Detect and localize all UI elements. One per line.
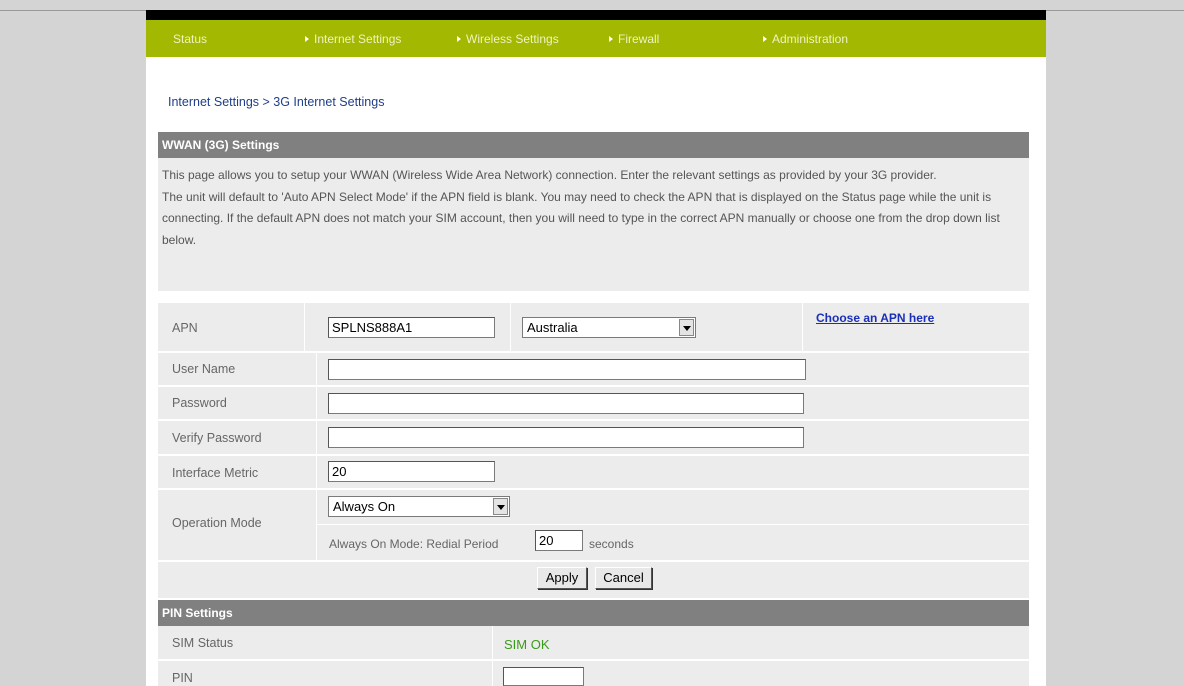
operation-mode-select[interactable]: Always On (328, 496, 510, 517)
operation-mode-label: Operation Mode (172, 516, 262, 530)
pin-input[interactable] (503, 667, 584, 686)
divider (316, 421, 317, 454)
wwan-section-header: WWAN (3G) Settings (158, 132, 1029, 158)
nav-wireless-settings-label: Wireless Settings (466, 32, 559, 46)
wwan-description-p2: The unit will default to 'Auto APN Selec… (162, 189, 1000, 247)
username-input[interactable] (328, 359, 806, 380)
nav-arrow-icon (457, 36, 461, 42)
breadcrumb: Internet Settings > 3G Internet Settings (168, 95, 385, 109)
chevron-down-icon[interactable] (679, 319, 694, 336)
pin-row: PIN (158, 661, 1029, 686)
divider (304, 303, 305, 351)
wwan-description: This page allows you to setup your WWAN … (158, 158, 1029, 291)
password-input[interactable] (328, 393, 804, 414)
operation-mode-value: Always On (333, 499, 396, 514)
cancel-button[interactable]: Cancel (595, 567, 652, 589)
nav-administration-label: Administration (772, 32, 849, 46)
nav-arrow-icon (763, 36, 767, 42)
apn-input[interactable]: SPLNS888A1 (328, 317, 495, 338)
redial-unit: seconds (589, 537, 634, 551)
row-separator (317, 524, 1029, 525)
nav-firewall[interactable]: Firewall (609, 32, 659, 46)
verify-password-input[interactable] (328, 427, 804, 448)
router-config-page: Status Internet Settings Wireless Settin… (146, 10, 1046, 686)
interface-metric-row: Interface Metric (158, 456, 1029, 488)
divider (492, 626, 493, 659)
apn-label: APN (172, 321, 198, 335)
divider (510, 303, 511, 351)
top-black-bar (146, 10, 1046, 20)
interface-metric-label: Interface Metric (172, 466, 259, 480)
sim-status-row: SIM Status (158, 626, 1029, 659)
divider (492, 661, 493, 686)
password-label: Password (172, 396, 227, 410)
divider (802, 303, 803, 351)
main-nav: Status Internet Settings Wireless Settin… (146, 20, 1046, 57)
apply-button[interactable]: Apply (537, 567, 587, 589)
pin-label: PIN (172, 671, 193, 685)
nav-internet-settings[interactable]: Internet Settings (305, 32, 401, 46)
divider (316, 353, 317, 385)
choose-apn-link[interactable]: Choose an APN here (816, 311, 934, 325)
sim-status-label: SIM Status (172, 636, 234, 650)
nav-wireless-settings[interactable]: Wireless Settings (457, 32, 559, 46)
action-buttons-row (158, 562, 1029, 598)
nav-administration[interactable]: Administration (763, 32, 848, 46)
verify-password-label: Verify Password (172, 431, 262, 445)
country-select[interactable]: Australia (522, 317, 696, 338)
country-select-value: Australia (527, 320, 578, 335)
redial-period-label: Always On Mode: Redial Period (329, 537, 499, 551)
interface-metric-input[interactable]: 20 (328, 461, 495, 482)
divider (316, 490, 317, 560)
nav-arrow-icon (609, 36, 613, 42)
divider (316, 387, 317, 419)
divider (316, 456, 317, 488)
wwan-description-p1: This page allows you to setup your WWAN … (162, 168, 937, 182)
chevron-down-icon[interactable] (493, 498, 508, 515)
pin-section-header: PIN Settings (158, 600, 1029, 626)
username-label: User Name (172, 362, 236, 376)
redial-period-input[interactable]: 20 (535, 530, 583, 551)
nav-arrow-icon (305, 36, 309, 42)
nav-status[interactable]: Status (173, 32, 207, 46)
sim-status-value: SIM OK (504, 637, 550, 652)
nav-firewall-label: Firewall (618, 32, 660, 46)
nav-internet-settings-label: Internet Settings (314, 32, 402, 46)
